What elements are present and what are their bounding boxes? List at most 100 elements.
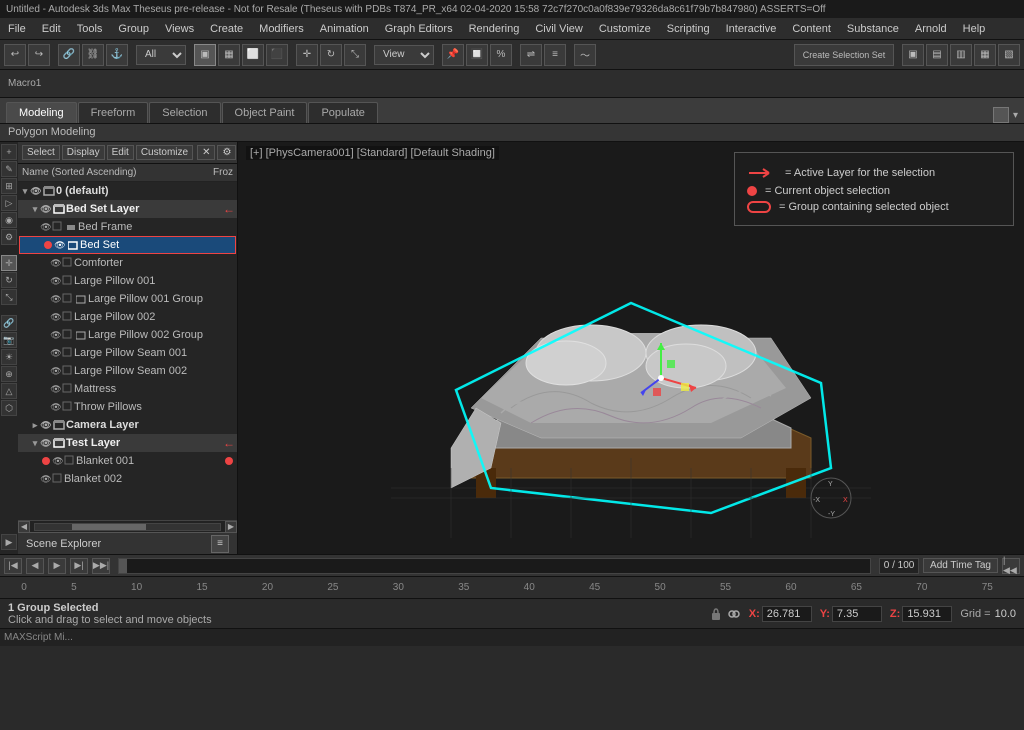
tree-row-comforter[interactable]: 👁 Comforter [18,254,237,272]
menu-help[interactable]: Help [955,21,994,37]
tree-row-lp002[interactable]: 👁 Large Pillow 002 [18,308,237,326]
time-next-frame-btn[interactable]: ▶| [70,558,88,574]
bind-btn[interactable]: ⚓ [106,44,128,66]
unlink-btn[interactable]: ⛓ [82,44,104,66]
tree-row-mattress[interactable]: 👁 Mattress [18,380,237,398]
display-icon[interactable]: ◉ [1,212,17,228]
tab-selection[interactable]: Selection [149,102,220,123]
menu-group[interactable]: Group [110,21,157,37]
select-region-btn[interactable]: ▦ [218,44,240,66]
vis-lps002[interactable]: 👁 [50,365,62,377]
expand-camera-layer[interactable]: ▸ [30,420,40,430]
helper-icon[interactable]: ⊕ [1,366,17,382]
se-config-btn[interactable]: ≡ [211,535,229,553]
select-btn[interactable]: ▣ [194,44,216,66]
vis-mattress[interactable]: 👁 [50,383,62,395]
tab-freeform[interactable]: Freeform [78,102,149,123]
tree-row-lps001[interactable]: 👁 Large Pillow Seam 001 [18,344,237,362]
tree-scrollbar[interactable]: ◀ ▶ [18,520,237,532]
se-select-btn[interactable]: Select [22,145,60,160]
snap-btn[interactable]: 📌 [442,44,464,66]
vis-blanket001[interactable]: 👁 [52,455,64,467]
menu-views[interactable]: Views [157,21,202,37]
add-time-tag-btn[interactable]: Add Time Tag [923,558,998,573]
move-btn[interactable]: ✛ [296,44,318,66]
tree-row-bed-set-layer[interactable]: ▾ 👁 Bed Set Layer ← [18,200,237,218]
se-settings-btn[interactable]: ⚙ [217,145,236,160]
select-move-icon[interactable]: ✛ [1,255,17,271]
vis-comforter[interactable]: 👁 [50,257,62,269]
time-slider[interactable] [118,558,871,574]
vis-bed-set[interactable]: 👁 [54,239,66,251]
time-end-btn[interactable]: |◀◀ [1002,558,1020,574]
light-icon[interactable]: ☀ [1,349,17,365]
expand-icon[interactable]: ▶ [1,534,17,550]
tree-row-throw-pillows[interactable]: 👁 Throw Pillows [18,398,237,416]
angle-snap-btn[interactable]: 🔲 [466,44,488,66]
create-icon[interactable]: + [1,144,17,160]
menu-rendering[interactable]: Rendering [461,21,528,37]
viewport[interactable]: [+] [PhysCamera001] [Standard] [Default … [238,142,1024,554]
menu-create[interactable]: Create [202,21,251,37]
hierarchy-icon[interactable]: ⊞ [1,178,17,194]
expand-bed-set-layer[interactable]: ▾ [30,204,40,214]
expand-default[interactable]: ▾ [20,186,30,196]
vis-lp002[interactable]: 👁 [50,311,62,323]
tree-row-blanket002[interactable]: 👁 Blanket 002 [18,470,237,488]
time-next-btn[interactable]: ▶▶| [92,558,110,574]
vis-lp001g[interactable]: 👁 [50,293,62,305]
tab-object-paint[interactable]: Object Paint [222,102,308,123]
menu-modifiers[interactable]: Modifiers [251,21,312,37]
layers-btn-1[interactable]: ▣ [902,44,924,66]
vis-lp001[interactable]: 👁 [50,275,62,287]
tree-row-lp001[interactable]: 👁 Large Pillow 001 [18,272,237,290]
vis-bed-set-layer[interactable]: 👁 [40,203,52,215]
vis-bed-frame[interactable]: 👁 [40,221,52,233]
view-dropdown[interactable]: View [374,45,434,65]
layers-btn-4[interactable]: ▦ [974,44,996,66]
redo-btn[interactable]: ↪ [28,44,50,66]
scroll-right[interactable]: ▶ [225,521,237,533]
menu-interactive[interactable]: Interactive [718,21,785,37]
menu-substance[interactable]: Substance [839,21,907,37]
utilities-icon[interactable]: ⚙ [1,229,17,245]
se-edit-btn[interactable]: Edit [107,145,134,160]
scroll-thumb[interactable] [72,524,146,530]
vis-blanket002[interactable]: 👁 [40,473,52,485]
select-window-btn[interactable]: ⬜ [242,44,264,66]
modify-icon[interactable]: ✎ [1,161,17,177]
tree-row-bed-set[interactable]: 👁 Bed Set [19,236,236,254]
vis-default[interactable]: 👁 [30,185,42,197]
vis-camera-layer[interactable]: 👁 [40,419,52,431]
tab-populate[interactable]: Populate [308,102,377,123]
menu-content[interactable]: Content [784,21,839,37]
se-close-btn[interactable]: ✕ [197,145,215,160]
tree-row-blanket001[interactable]: 👁 Blanket 001 [18,452,237,470]
select-crossing-btn[interactable]: ⬛ [266,44,288,66]
tab-pin-btn[interactable] [993,107,1009,123]
geometry-icon[interactable]: ⬡ [1,400,17,416]
menu-edit[interactable]: Edit [34,21,69,37]
menu-customize[interactable]: Customize [591,21,659,37]
curve-editor-btn[interactable]: 〜 [574,44,596,66]
tab-modeling[interactable]: Modeling [6,102,77,123]
menu-animation[interactable]: Animation [312,21,377,37]
undo-btn[interactable]: ↩ [4,44,26,66]
filter-dropdown[interactable]: All [136,45,186,65]
mirror-btn[interactable]: ⇌ [520,44,542,66]
align-btn[interactable]: ≡ [544,44,566,66]
menu-civil-view[interactable]: Civil View [527,21,590,37]
tree-row-bed-frame[interactable]: 👁 Bed Frame [18,218,237,236]
scroll-track[interactable] [34,523,221,531]
se-customize-btn[interactable]: Customize [136,145,193,160]
shape-icon[interactable]: △ [1,383,17,399]
time-input[interactable]: 0 / 100 [879,558,919,574]
tree-row-test-layer[interactable]: ▾ 👁 Test Layer ← [18,434,237,452]
camera-icon[interactable]: 📷 [1,332,17,348]
tree-row-lp002g[interactable]: 👁 Large Pillow 002 Group [18,326,237,344]
layers-btn-5[interactable]: ▧ [998,44,1020,66]
expand-test-layer[interactable]: ▾ [30,438,40,448]
tree-row-camera-layer[interactable]: ▸ 👁 Camera Layer [18,416,237,434]
vis-lps001[interactable]: 👁 [50,347,62,359]
menu-graph-editors[interactable]: Graph Editors [377,21,461,37]
